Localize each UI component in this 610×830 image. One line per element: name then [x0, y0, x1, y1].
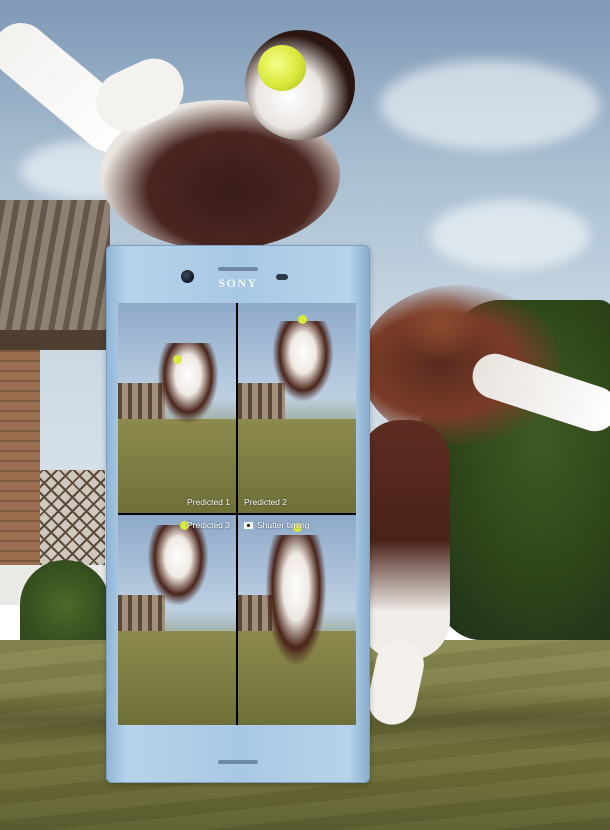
shot-label: Predicted 2 [244, 497, 287, 507]
dog-tail [400, 290, 480, 360]
photo-thumbnail-predicted-2[interactable]: Predicted 2 [238, 303, 356, 513]
bottom-speaker [218, 760, 258, 764]
brand-logo: SONY [218, 276, 258, 290]
earpiece-speaker [218, 267, 258, 271]
pergola [0, 200, 110, 340]
dog-hind-leg [360, 420, 450, 660]
photo-thumbnail-predicted-3[interactable]: Predicted 3 [118, 515, 236, 725]
shot-label: Predicted 3 [187, 520, 230, 530]
mini-ball [298, 315, 307, 324]
pergola-beam [0, 330, 110, 350]
mini-ball [173, 355, 182, 364]
mini-grass [118, 630, 236, 725]
mini-dog [148, 525, 208, 605]
photo-thumbnail-shutter-timing[interactable]: Shutter timing [238, 515, 356, 725]
mini-dog [158, 343, 218, 423]
mini-dog [266, 535, 326, 665]
smartphone: SONY Predicted 1 Predicted 2 Predicted 3 [106, 245, 370, 783]
shot-label-wrapper: Shutter timing [244, 520, 309, 530]
cloud [430, 200, 590, 270]
mini-dog [273, 321, 333, 401]
photo-thumbnail-predicted-1[interactable]: Predicted 1 [118, 303, 236, 513]
camera-icon [244, 522, 253, 529]
dog-head [245, 30, 355, 140]
shrub [20, 560, 110, 650]
shot-label: Shutter timing [257, 520, 310, 530]
brick-wall [0, 350, 40, 580]
shot-label: Predicted 1 [187, 497, 230, 507]
lattice-fence [40, 470, 105, 565]
phone-screen: Predicted 1 Predicted 2 Predicted 3 Shut… [118, 303, 356, 725]
cloud [380, 60, 600, 150]
tennis-ball [258, 45, 306, 91]
